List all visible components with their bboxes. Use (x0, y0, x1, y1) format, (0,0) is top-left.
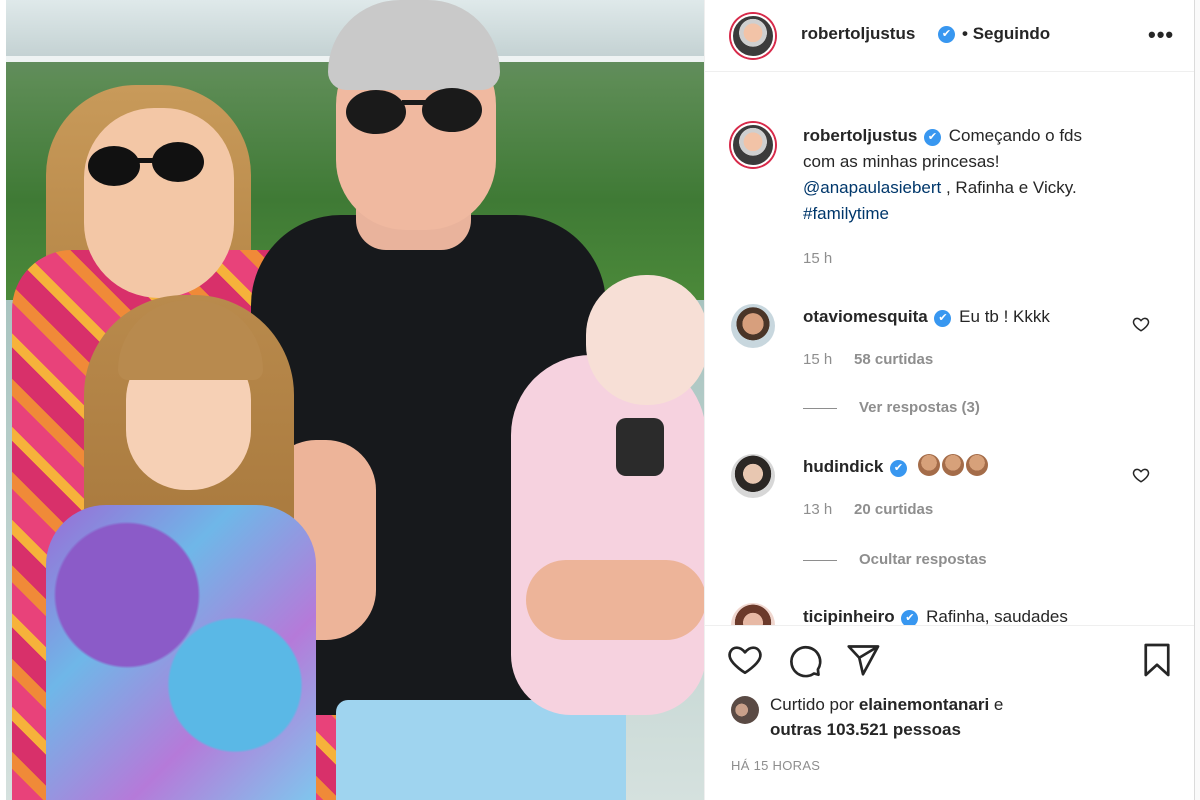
window-edge (1194, 0, 1200, 800)
caption-line2: com as minhas princesas! (803, 152, 1000, 171)
caption-text: robertoljustus ✔ Começando o fds com as … (803, 123, 1173, 227)
comment-body: Rafinha, saudades (926, 607, 1068, 625)
likes-prefix: Curtido por (770, 695, 859, 714)
baby-body (511, 355, 704, 715)
view-replies-button[interactable]: Ver respostas (3) (803, 399, 980, 416)
comment-like-heart-icon[interactable] (1132, 315, 1150, 333)
comment-text: hudindick ✔ (803, 454, 1123, 480)
clap-emoji-icon (965, 454, 988, 476)
replies-dash (803, 407, 837, 409)
likes-others[interactable]: outras 103.521 pessoas (770, 720, 961, 739)
author-username[interactable]: robertoljustus (801, 24, 915, 44)
post-actions: Curtido por elainemontanari e outras 103… (705, 625, 1194, 800)
man-shorts (336, 700, 626, 800)
comment-likes-label: 58 curtidas (854, 351, 934, 368)
comments-list[interactable]: robertoljustus ✔ Começando o fds com as … (705, 73, 1194, 625)
man-sunglasses (346, 88, 482, 134)
comment-text: ticipinheiro ✔ Rafinha, saudades (803, 604, 1163, 625)
comment-time[interactable]: 15 h (803, 351, 832, 368)
comment-likes-count[interactable]: 58 curtidas (854, 351, 933, 368)
comment-time[interactable]: 13 h (803, 501, 832, 518)
girl-shirt (46, 505, 316, 800)
caption-line1: Começando o fds (948, 126, 1083, 145)
caption-avatar[interactable] (731, 123, 775, 167)
caption-verified-icon: ✔ (924, 129, 942, 146)
comment-avatar[interactable] (731, 603, 775, 625)
post-header: robertoljustus ✔ • Seguindo ••• (705, 0, 1194, 72)
caption-after-mention: , Rafinha e Vicky. (941, 178, 1077, 197)
author-avatar[interactable] (731, 14, 775, 58)
view-replies-label: Ver respostas (3) (859, 399, 980, 416)
comment-verified-icon: ✔ (901, 610, 919, 625)
save-bookmark-icon[interactable] (1139, 642, 1175, 678)
woman-sunglasses (88, 142, 204, 186)
comment-avatar[interactable] (731, 454, 775, 498)
wristwatch (616, 418, 664, 476)
comment-avatar[interactable] (731, 304, 775, 348)
following-status[interactable]: • Seguindo (962, 24, 1050, 44)
comment-verified-icon: ✔ (934, 310, 952, 327)
comment-username[interactable]: otaviomesquita (803, 307, 928, 326)
post-side-panel: robertoljustus ✔ • Seguindo ••• robertol… (704, 0, 1194, 800)
comment-icon[interactable] (787, 642, 823, 678)
comment-body: Eu tb ! Kkkk (959, 307, 1050, 326)
share-paper-plane-icon[interactable] (845, 642, 881, 678)
caption-time[interactable]: 15 h (803, 250, 832, 267)
comment-likes-label: 20 curtidas (854, 501, 934, 518)
liker-username[interactable]: elainemontanari (859, 695, 989, 714)
hide-replies-button[interactable]: Ocultar respostas (803, 551, 987, 568)
baby-face (586, 275, 704, 405)
comment-text: otaviomesquita ✔ Eu tb ! Kkkk (803, 304, 1123, 330)
post-timestamp[interactable]: HÁ 15 HORAS (731, 758, 820, 773)
comment-like-heart-icon[interactable] (1132, 466, 1150, 484)
more-options-icon[interactable]: ••• (1148, 22, 1174, 48)
likes-suffix: e (989, 695, 1004, 714)
verified-badge-icon: ✔ (938, 26, 955, 43)
likes-summary[interactable]: Curtido por elainemontanari e outras 103… (770, 692, 1180, 742)
woman-face (84, 108, 234, 298)
mention-link[interactable]: @anapaulasiebert (803, 178, 941, 197)
liker-avatar[interactable] (731, 696, 759, 724)
comment-verified-icon: ✔ (890, 460, 908, 477)
post-photo[interactable] (6, 0, 704, 800)
following-label: Seguindo (972, 24, 1051, 43)
comment-username[interactable]: ticipinheiro (803, 607, 895, 625)
clap-emoji-icon (941, 454, 964, 476)
comment-likes-count[interactable]: 20 curtidas (854, 501, 933, 518)
clap-emoji-icon (917, 454, 940, 476)
comment-username[interactable]: hudindick (803, 457, 883, 476)
caption-username[interactable]: robertoljustus (803, 126, 917, 145)
like-heart-icon[interactable] (727, 642, 763, 678)
hide-replies-label: Ocultar respostas (859, 551, 987, 568)
man-right-arm (526, 560, 704, 640)
replies-dash (803, 559, 837, 561)
hashtag-link[interactable]: #familytime (803, 204, 889, 223)
